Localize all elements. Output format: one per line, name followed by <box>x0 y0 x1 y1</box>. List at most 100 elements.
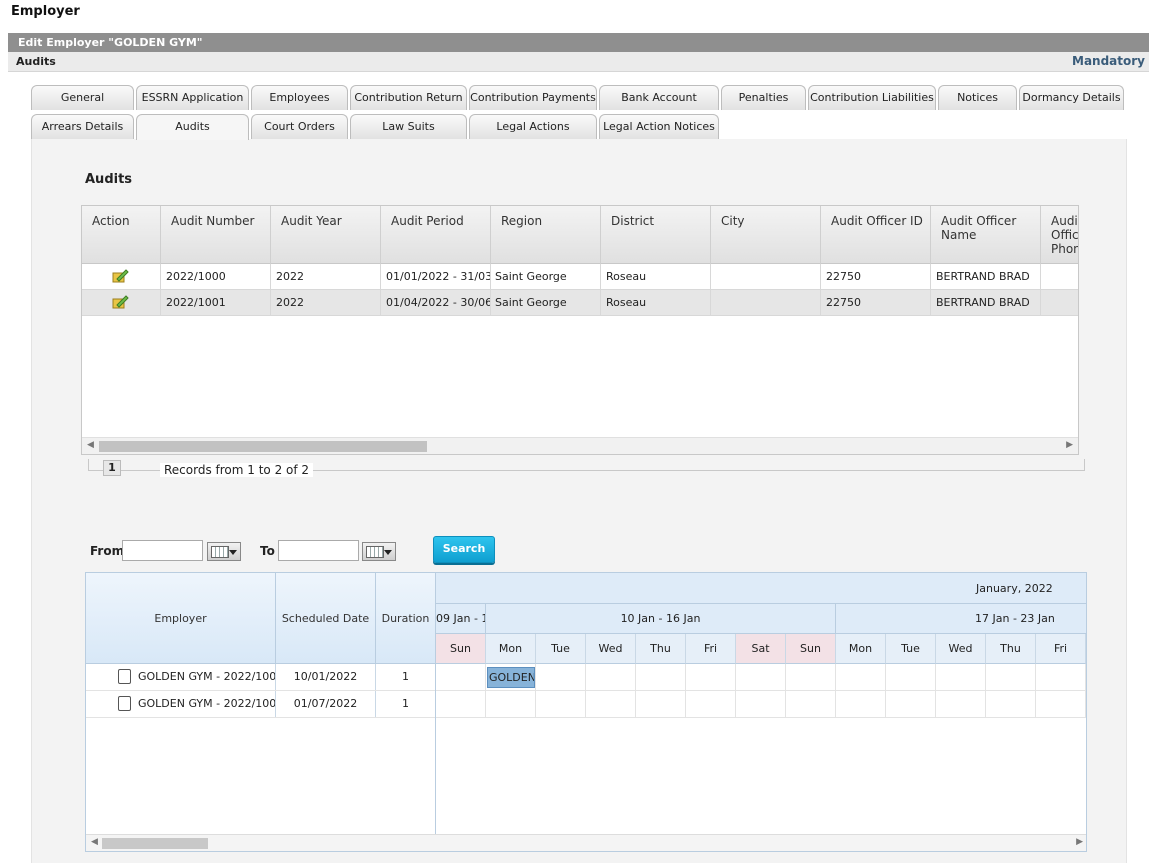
month-label: January, 2022 <box>976 582 1053 595</box>
tab-contribution-payments[interactable]: Contribution Payments <box>469 85 597 110</box>
duration-cell: 1 <box>376 664 436 690</box>
row-checkbox[interactable] <box>118 669 131 684</box>
day-header: Thu <box>986 634 1036 664</box>
tab-notices[interactable]: Notices <box>938 85 1017 110</box>
week-header: 10 Jan - 16 Jan <box>486 604 836 634</box>
audits-horizontal-scrollbar[interactable]: ◀ ▶ <box>82 437 1078 454</box>
timeline-cell[interactable] <box>886 691 936 717</box>
day-header: Sat <box>736 634 786 664</box>
column-header-action[interactable]: Action <box>82 206 161 264</box>
timeline-cell[interactable] <box>786 664 836 690</box>
timeline-cell[interactable] <box>986 664 1036 690</box>
timeline-cell[interactable] <box>586 664 636 690</box>
mandatory-link[interactable]: Mandatory <box>1072 54 1145 68</box>
timeline-cell[interactable] <box>536 691 586 717</box>
column-header-audit-year[interactable]: Audit Year <box>271 206 381 264</box>
edit-icon[interactable] <box>82 264 161 289</box>
scrollbar-thumb[interactable] <box>102 838 208 849</box>
tab-legal-actions[interactable]: Legal Actions <box>469 114 597 139</box>
timeline-cell[interactable] <box>536 664 586 690</box>
column-header-scheduled-date[interactable]: Scheduled Date <box>276 573 376 664</box>
row-checkbox[interactable] <box>118 696 131 711</box>
timeline-cell[interactable] <box>836 664 886 690</box>
timeline-cell[interactable] <box>636 691 686 717</box>
section-bar: Audits Mandatory <box>8 52 1149 72</box>
from-date-input[interactable] <box>122 540 203 561</box>
scroll-right-icon[interactable]: ▶ <box>1076 837 1083 847</box>
timeline-cell[interactable] <box>786 691 836 717</box>
tab-legal-action-notices[interactable]: Legal Action Notices <box>599 114 719 139</box>
timeline-cell[interactable] <box>936 691 986 717</box>
day-header: Fri <box>686 634 736 664</box>
tab-arrears-details[interactable]: Arrears Details <box>31 114 134 139</box>
tab-law-suits[interactable]: Law Suits <box>350 114 467 139</box>
timeline-cell[interactable] <box>736 664 786 690</box>
column-header-audit-officer-name[interactable]: Audit Officer Name <box>931 206 1041 264</box>
from-calendar-button[interactable] <box>207 542 241 561</box>
timeline-cell[interactable] <box>686 664 736 690</box>
region-cell: Saint George <box>491 290 601 315</box>
timeline-cell[interactable] <box>736 691 786 717</box>
column-header-audit-officer-id[interactable]: Audit Officer ID <box>821 206 931 264</box>
column-header-district[interactable]: District <box>601 206 711 264</box>
timeline-cell[interactable] <box>1036 691 1086 717</box>
from-label: From <box>90 544 125 558</box>
timeline-cell[interactable] <box>886 664 936 690</box>
tab-audits[interactable]: Audits <box>136 114 249 140</box>
search-button[interactable]: Search <box>433 536 495 563</box>
officer-name-cell: BERTRAND BRAD <box>931 264 1041 289</box>
city-cell <box>711 290 821 315</box>
timeline-month: January, 2022 <box>436 573 1086 604</box>
employer-cell: GOLDEN GYM - 2022/1000 <box>86 664 276 690</box>
column-header-audit-period[interactable]: Audit Period <box>381 206 491 264</box>
to-calendar-button[interactable] <box>362 542 396 561</box>
timeline-cell[interactable] <box>686 691 736 717</box>
scheduled-audit-event[interactable]: GOLDEN GYM <box>487 667 535 688</box>
tab-bank-account[interactable]: Bank Account <box>599 85 719 110</box>
officer-id-cell: 22750 <box>821 290 931 315</box>
tab-dormancy-details[interactable]: Dormancy Details <box>1019 85 1124 110</box>
column-header-employer[interactable]: Employer <box>86 573 276 664</box>
column-header-audit-officer-phone[interactable]: Audit Officer Phone <box>1041 206 1078 264</box>
tab-contribution-return[interactable]: Contribution Return <box>350 85 467 110</box>
lane-separator <box>435 664 436 834</box>
scrollbar-thumb[interactable] <box>99 441 427 452</box>
calendar-icon <box>366 546 384 558</box>
scheduler-horizontal-scrollbar[interactable]: ◀ ▶ <box>86 834 1086 851</box>
audit-number-cell: 2022/1000 <box>161 264 271 289</box>
timeline-cell[interactable] <box>986 691 1036 717</box>
tab-court-orders[interactable]: Court Orders <box>251 114 348 139</box>
tab-general[interactable]: General <box>31 85 134 110</box>
chevron-down-icon <box>384 550 392 555</box>
column-header-duration[interactable]: Duration <box>376 573 436 664</box>
timeline-cell[interactable] <box>486 691 536 717</box>
scroll-left-icon[interactable]: ◀ <box>91 837 98 847</box>
timeline-cell[interactable] <box>436 664 486 690</box>
audit-year-cell: 2022 <box>271 264 381 289</box>
column-header-city[interactable]: City <box>711 206 821 264</box>
column-header-audit-number[interactable]: Audit Number <box>161 206 271 264</box>
timeline-cell[interactable] <box>636 664 686 690</box>
scroll-left-icon[interactable]: ◀ <box>87 440 94 450</box>
timeline-cell[interactable] <box>436 691 486 717</box>
timeline-cell[interactable] <box>586 691 636 717</box>
tab-employees[interactable]: Employees <box>251 85 348 110</box>
day-header: Sun <box>786 634 836 664</box>
to-date-input[interactable] <box>278 540 359 561</box>
timeline-cell[interactable] <box>1036 664 1086 690</box>
tab-essrn-application[interactable]: ESSRN Application <box>136 85 249 110</box>
column-header-region[interactable]: Region <box>491 206 601 264</box>
employer-cell: GOLDEN GYM - 2022/1001 <box>86 691 276 717</box>
timeline-cell[interactable] <box>936 664 986 690</box>
page-number-button[interactable]: 1 <box>103 460 121 476</box>
edit-icon[interactable] <box>82 290 161 315</box>
timeline-cell[interactable] <box>836 691 886 717</box>
officer-phone-cell <box>1041 290 1078 315</box>
day-header: Wed <box>586 634 636 664</box>
tab-contribution-liabilities[interactable]: Contribution Liabilities <box>808 85 936 110</box>
tab-penalties[interactable]: Penalties <box>721 85 806 110</box>
scroll-right-icon[interactable]: ▶ <box>1066 440 1073 450</box>
week-header: 17 Jan - 23 Jan <box>836 604 1086 634</box>
table-row: 2022/1000 2022 01/01/2022 - 31/03/2022 S… <box>82 264 1078 290</box>
audit-period-cell: 01/01/2022 - 31/03/2022 <box>381 264 491 289</box>
